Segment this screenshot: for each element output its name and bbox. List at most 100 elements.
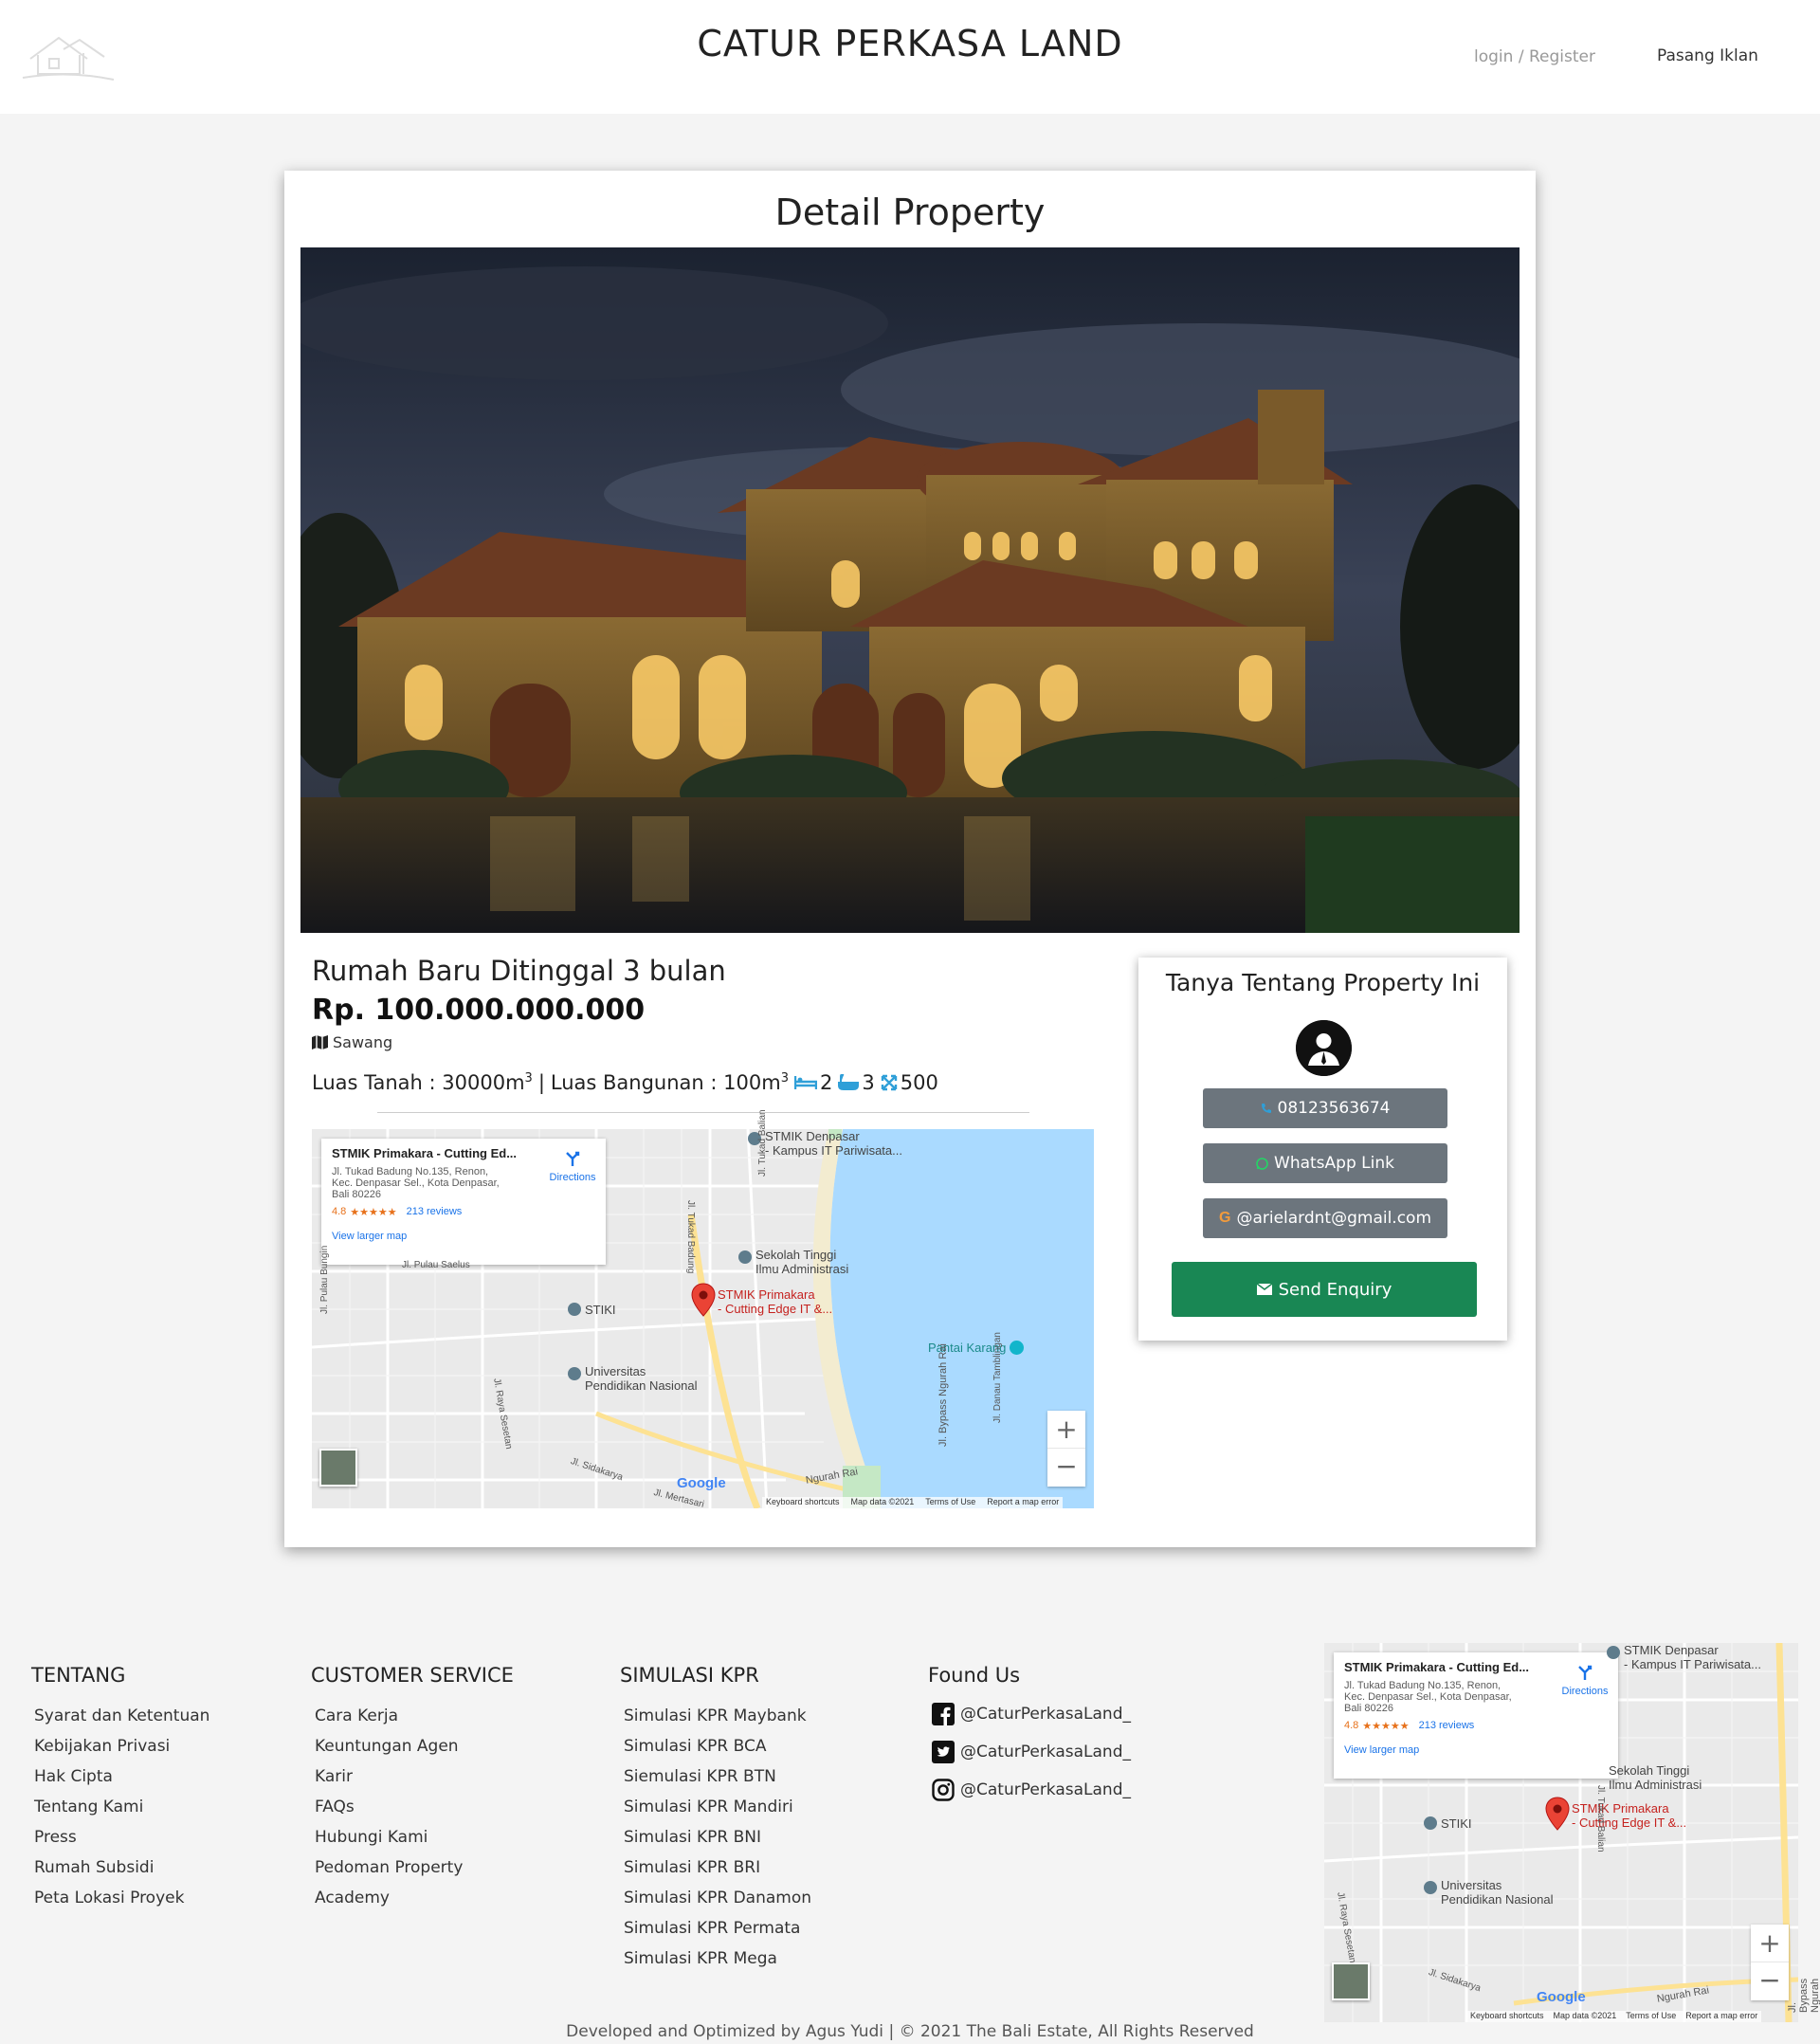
footer-link[interactable]: Syarat dan Ketentuan <box>34 1701 209 1731</box>
building-area-unit-sup: 3 <box>780 1071 789 1086</box>
poi-stmik-line1: STMIK Denpasar <box>1624 1643 1719 1657</box>
report-map-error-link[interactable]: Report a map error <box>1685 2011 1757 2022</box>
footer-link[interactable]: Hak Cipta <box>34 1761 209 1792</box>
whatsapp-label: WhatsApp Link <box>1274 1154 1394 1173</box>
footer-link[interactable]: Simulasi KPR Mandiri <box>624 1792 811 1822</box>
footer-location-map[interactable]: STMIK Primakara - Cutting Ed... Jl. Tuka… <box>1324 1643 1820 2022</box>
map-reviews-link[interactable]: 213 reviews <box>1419 1720 1475 1732</box>
keyboard-shortcuts-link[interactable]: Keyboard shortcuts <box>1470 2011 1544 2022</box>
road-label-pulau-saelus: Jl. Pulau Saelus <box>402 1260 470 1270</box>
school-pin-icon <box>1424 1881 1437 1894</box>
zoom-controls: + − <box>1047 1411 1085 1487</box>
bed-icon <box>793 1076 817 1089</box>
poi-stiki[interactable]: STIKI <box>568 1303 616 1317</box>
keyboard-shortcuts-link[interactable]: Keyboard shortcuts <box>766 1497 840 1508</box>
footer-link[interactable]: Simulasi KPR Danamon <box>624 1883 811 1913</box>
footer-link[interactable]: Simulasi KPR Permata <box>624 1913 811 1944</box>
poi-sekolah-tinggi[interactable]: Sekolah Tinggi Ilmu Administrasi <box>738 1248 848 1276</box>
view-larger-map-link[interactable]: View larger map <box>1344 1744 1608 1756</box>
zoom-out-button[interactable]: − <box>1047 1449 1085 1487</box>
terms-of-use-link[interactable]: Terms of Use <box>1626 2011 1676 2022</box>
footer-link[interactable]: Peta Lokasi Proyek <box>34 1883 209 1913</box>
expand-arrows-icon <box>881 1074 897 1091</box>
poi-univ-line2: Pendidikan Nasional <box>585 1378 698 1393</box>
map-attribution-bar: Keyboard shortcuts Map data ©2021 Terms … <box>1466 2011 1762 2022</box>
footer-link[interactable]: FAQs <box>315 1792 463 1822</box>
google-logo: Google <box>677 1475 726 1491</box>
map-pin-icon[interactable] <box>1545 1797 1570 1831</box>
footer-link[interactable]: Simulasi KPR BNI <box>624 1822 811 1852</box>
poi-univ-line1: Universitas <box>1441 1878 1502 1892</box>
footer-facebook[interactable]: @CaturPerkasaLand_ <box>932 1703 1131 1725</box>
map-data-label: Map data ©2021 <box>1553 2011 1617 2020</box>
poi-stmik-denpasar[interactable]: STMIK Denpasar - Kampus IT Pariwisata... <box>748 1129 902 1158</box>
footer-link[interactable]: Simulasi KPR BRI <box>624 1852 811 1883</box>
map-pin-icon[interactable] <box>691 1283 716 1317</box>
footer-link[interactable]: Academy <box>315 1883 463 1913</box>
email-button[interactable]: G @arielardnt@gmail.com <box>1203 1198 1447 1238</box>
map-info-card: STMIK Primakara - Cutting Ed... Jl. Tuka… <box>321 1139 606 1265</box>
footer-link[interactable]: Kebijakan Privasi <box>34 1731 209 1761</box>
footer-link[interactable]: Cara Kerja <box>315 1701 463 1731</box>
school-pin-icon <box>568 1367 581 1380</box>
road-label-danau: Jl. Danau Tamblingan <box>992 1332 1003 1423</box>
zoom-in-button[interactable]: + <box>1047 1411 1085 1449</box>
terms-of-use-link[interactable]: Terms of Use <box>925 1497 975 1508</box>
location-map[interactable]: STMIK Primakara - Cutting Ed... Jl. Tuka… <box>312 1109 1094 1510</box>
poi-stmik-denpasar[interactable]: STMIK Denpasar - Kampus IT Pariwisata... <box>1607 1643 1761 1671</box>
send-enquiry-button[interactable]: Send Enquiry <box>1172 1262 1477 1317</box>
footer-link[interactable]: Simulasi KPR BCA <box>624 1731 811 1761</box>
specs-separator: | <box>537 1071 545 1094</box>
map-reviews-link[interactable]: 213 reviews <box>407 1206 463 1218</box>
footer-twitter[interactable]: @CaturPerkasaLand_ <box>932 1741 1131 1763</box>
footer-link[interactable]: Hubungi Kami <box>315 1822 463 1852</box>
satellite-toggle[interactable] <box>319 1449 357 1487</box>
zoom-in-button[interactable]: + <box>1751 1925 1789 1962</box>
twitter-handle: @CaturPerkasaLand_ <box>960 1743 1132 1761</box>
road-label-tukad-balian: Jl. Tukad Balian <box>1595 1785 1606 1852</box>
view-larger-map-link[interactable]: View larger map <box>332 1231 595 1242</box>
satellite-toggle[interactable] <box>1332 1962 1370 2000</box>
login-register-link[interactable]: login / Register <box>1474 47 1595 66</box>
school-pin-icon <box>568 1303 581 1316</box>
poi-sekolah-line2: Ilmu Administrasi <box>1609 1778 1702 1792</box>
poi-sekolah-line1: Sekolah Tinggi <box>755 1248 837 1262</box>
footer-link[interactable]: Simulasi KPR Maybank <box>624 1701 811 1731</box>
post-ad-link[interactable]: Pasang Iklan <box>1657 46 1758 65</box>
footer-instagram[interactable]: @CaturPerkasaLand_ <box>932 1779 1131 1801</box>
footer-link[interactable]: Pedoman Property <box>315 1852 463 1883</box>
poi-sekolah-tinggi[interactable]: Sekolah Tinggi Ilmu Administrasi <box>1609 1763 1702 1792</box>
marker-label-line1: STMIK Primakara <box>718 1287 815 1302</box>
phone-button[interactable]: 08123563674 <box>1203 1088 1447 1128</box>
google-logo: Google <box>1537 1989 1586 2005</box>
poi-sekolah-line1: Sekolah Tinggi <box>1609 1763 1690 1778</box>
instagram-icon <box>932 1779 955 1801</box>
map-rating-row: 4.8 ★★★★★ 213 reviews <box>1344 1720 1608 1732</box>
footer-link[interactable]: Siemulasi KPR BTN <box>624 1761 811 1792</box>
copyright-text: Developed and Optimized by Agus Yudi | ©… <box>566 2022 1254 2041</box>
report-map-error-link[interactable]: Report a map error <box>987 1497 1059 1508</box>
property-title: Rumah Baru Ditinggal 3 bulan <box>312 955 726 987</box>
bedrooms: 2 <box>793 1071 832 1094</box>
footer-link[interactable]: Karir <box>315 1761 463 1792</box>
road-label-pulau-bungin: Jl. Pulau Bungin <box>319 1245 330 1314</box>
zoom-out-button[interactable]: − <box>1751 1962 1789 2000</box>
school-pin-icon <box>1424 1816 1437 1830</box>
poi-stiki[interactable]: STIKI <box>1424 1816 1472 1831</box>
footer-link[interactable]: Tentang Kami <box>34 1792 209 1822</box>
footer-link[interactable]: Rumah Subsidi <box>34 1852 209 1883</box>
map-stars: ★★★★★ <box>1362 1721 1410 1732</box>
map-directions[interactable]: Directions <box>1556 1664 1613 1697</box>
footer-link[interactable]: Press <box>34 1822 209 1852</box>
zoom-controls: + − <box>1751 1925 1789 2000</box>
footer-link[interactable]: Keuntungan Agen <box>315 1731 463 1761</box>
map-stars: ★★★★★ <box>350 1207 397 1218</box>
poi-universitas[interactable]: Universitas Pendidikan Nasional <box>568 1364 698 1393</box>
phone-label: 08123563674 <box>1277 1099 1391 1118</box>
whatsapp-button[interactable]: WhatsApp Link <box>1203 1143 1447 1183</box>
poi-universitas[interactable]: Universitas Pendidikan Nasional <box>1424 1878 1554 1907</box>
google-g-icon: G <box>1218 1210 1231 1226</box>
footer-link[interactable]: Simulasi KPR Mega <box>624 1944 811 1974</box>
property-specs: Luas Tanah : 30000m3 | Luas Bangunan : 1… <box>312 1071 938 1094</box>
map-directions[interactable]: Directions <box>544 1150 601 1183</box>
